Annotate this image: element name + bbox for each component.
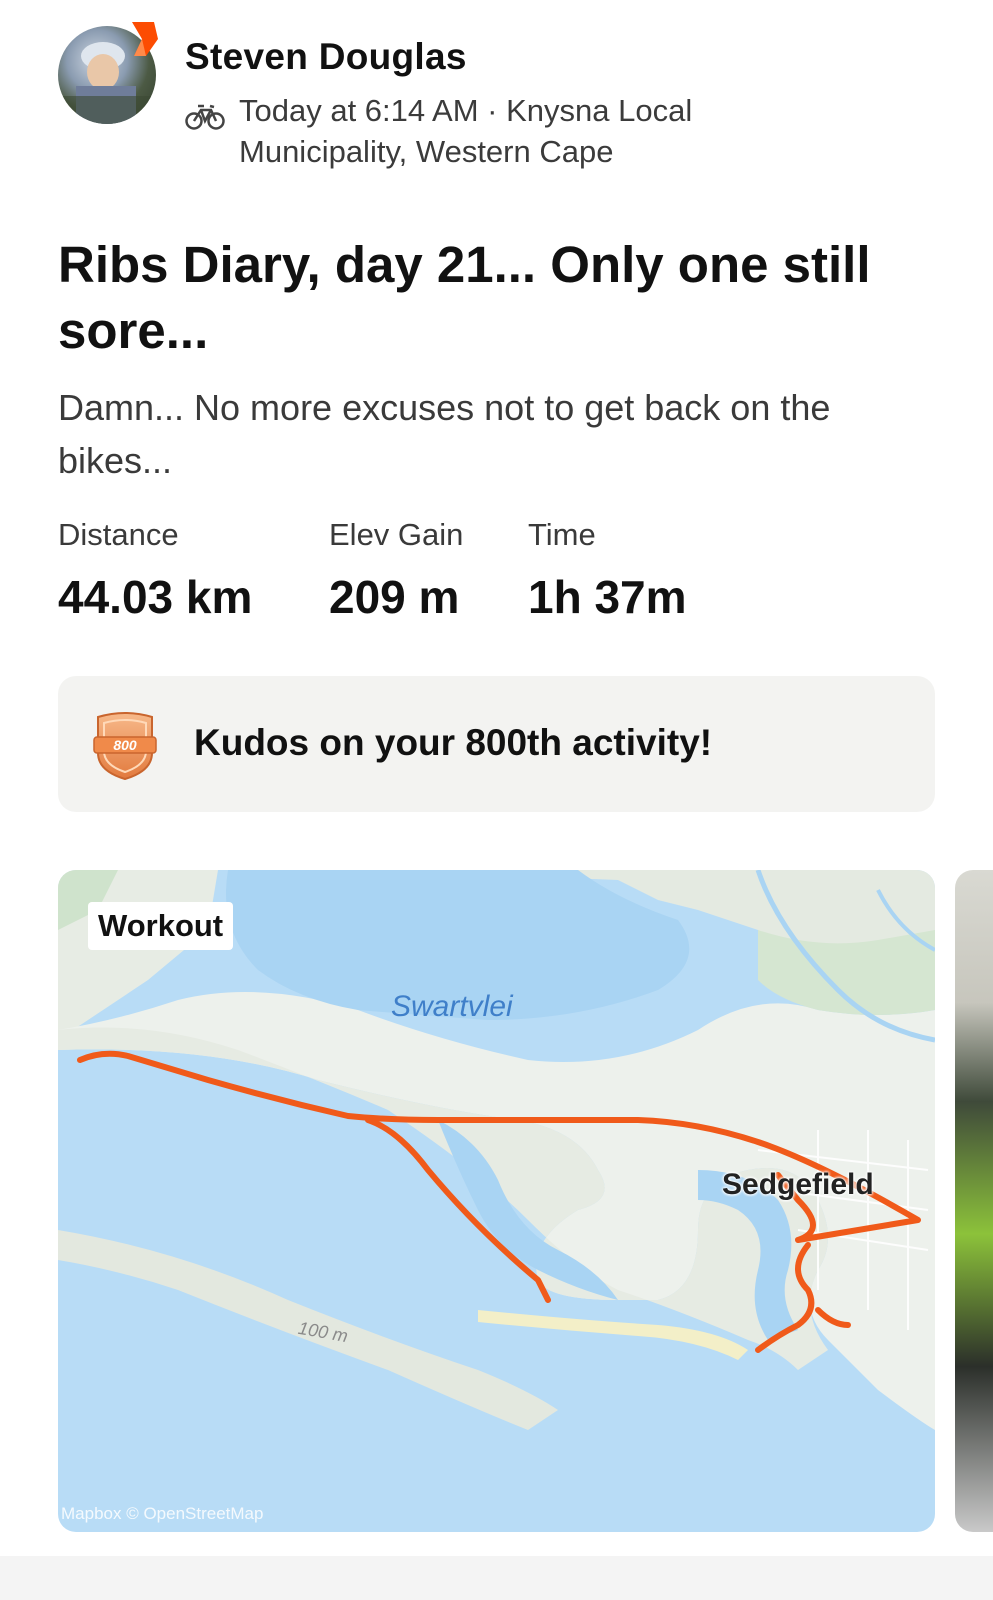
water-label: Swartvlei bbox=[391, 990, 513, 1023]
bike-icon bbox=[185, 104, 225, 130]
route-map[interactable]: Workout Swartvlei Sedgefield 100 m Mapbo… bbox=[58, 870, 935, 1532]
achievement-badge-icon: 800 bbox=[93, 712, 157, 781]
stat-distance: Distance 44.03 km bbox=[58, 515, 252, 625]
stat-label: Elev Gain bbox=[329, 517, 464, 552]
map-attribution[interactable]: Mapbox © OpenStreetMap bbox=[61, 1504, 263, 1524]
athlete-name[interactable]: Steven Douglas bbox=[185, 36, 467, 78]
bottom-divider bbox=[0, 1556, 993, 1600]
stat-value: 1h 37m bbox=[528, 571, 687, 623]
achievement-banner[interactable]: 800 Kudos on your 800th activity! bbox=[58, 676, 935, 812]
stat-elev-gain: Elev Gain 209 m bbox=[329, 515, 463, 625]
stat-label: Distance bbox=[58, 517, 179, 552]
activity-title[interactable]: Ribs Diary, day 21... Only one still sor… bbox=[58, 232, 938, 364]
town-label: Sedgefield bbox=[722, 1168, 874, 1201]
stat-time: Time 1h 37m bbox=[528, 515, 687, 625]
workout-tag: Workout bbox=[88, 902, 234, 950]
next-media-card[interactable] bbox=[955, 870, 993, 1532]
achievement-message: Kudos on your 800th activity! bbox=[194, 722, 713, 763]
activity-description: Damn... No more excuses not to get back … bbox=[58, 387, 831, 481]
stat-label: Time bbox=[528, 517, 596, 552]
activity-time-location: Today at 6:14 AM · Knysna Local Municipa… bbox=[239, 93, 693, 169]
subscriber-badge-icon bbox=[132, 22, 158, 56]
badge-number: 800 bbox=[113, 737, 137, 753]
stat-value: 209 m bbox=[329, 571, 460, 623]
activity-header: Steven Douglas Today at 6:14 AM · Knysna… bbox=[58, 22, 958, 176]
stat-value: 44.03 km bbox=[58, 571, 253, 623]
